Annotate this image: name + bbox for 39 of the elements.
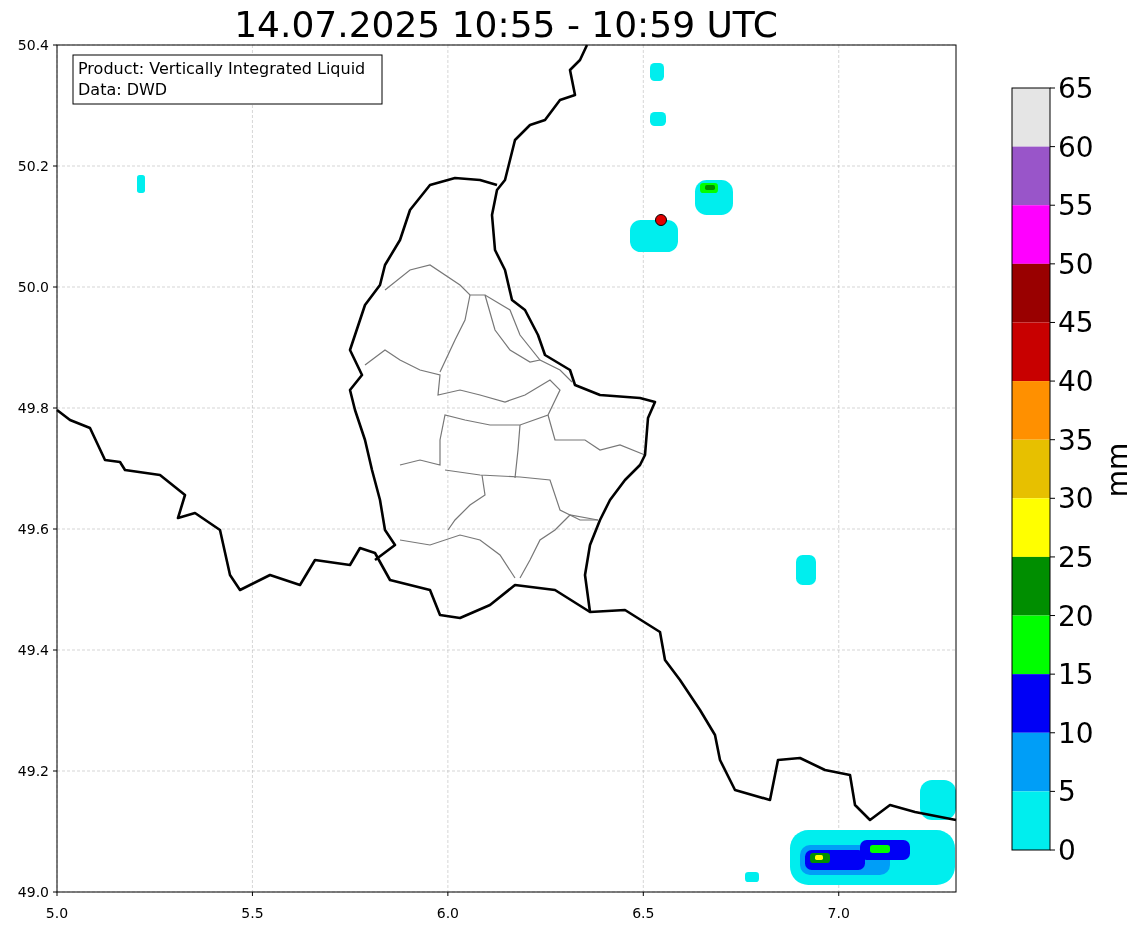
colorbar-label: mm: [1101, 442, 1134, 498]
colorbar-tick-label: 45: [1058, 306, 1094, 340]
radar-echo: [630, 220, 678, 252]
tick-label: 49.8: [17, 400, 49, 416]
colorbar-tick-label: 65: [1058, 72, 1094, 105]
tick-label: 6.5: [632, 905, 655, 921]
tick-label: 49.6: [17, 521, 49, 537]
colorbar-tick-label: 55: [1058, 189, 1094, 223]
tick-label: 49.0: [17, 884, 49, 900]
radar-echo: [796, 555, 816, 585]
colorbar-tick-label: 50: [1058, 247, 1094, 281]
tick-label: 49.2: [17, 763, 49, 779]
tick-label: 50.2: [17, 158, 49, 174]
tick-label: 49.4: [17, 642, 49, 658]
tick-label: 50.4: [17, 37, 49, 53]
colorbar-tick-label: 35: [1058, 423, 1094, 457]
tick-label: 6.0: [436, 905, 459, 921]
colorbar-tick-label: 25: [1058, 540, 1094, 574]
colorbar-tick-label: 0: [1058, 834, 1076, 867]
info-text: Product: Vertically Integrated Liquid: [78, 59, 366, 78]
radar-echo: [650, 63, 664, 81]
tick-label: 5.0: [45, 905, 69, 921]
chart-title: 14.07.2025 10:55 - 10:59 UTC: [234, 4, 778, 45]
tick-label: 50.0: [17, 279, 49, 295]
colorbar-tick-label: 15: [1058, 658, 1094, 692]
colorbar-tick-label: 20: [1058, 599, 1094, 633]
location-marker: [655, 214, 667, 226]
radar-echo: [650, 112, 666, 126]
radar-echo: [920, 780, 956, 820]
colorbar-tick-label: 60: [1058, 130, 1094, 164]
colorbar-tick-label: 5: [1058, 775, 1076, 809]
colorbar-tick-label: 30: [1058, 482, 1094, 516]
colorbar-tick-label: 10: [1058, 716, 1094, 750]
info-text: Data: DWD: [78, 80, 168, 99]
radar-echo: [137, 175, 145, 193]
tick-label: 7.0: [827, 905, 850, 921]
colorbar-tick-label: 40: [1058, 365, 1094, 399]
tick-label: 5.5: [241, 905, 264, 921]
radar-echo: [745, 872, 759, 882]
